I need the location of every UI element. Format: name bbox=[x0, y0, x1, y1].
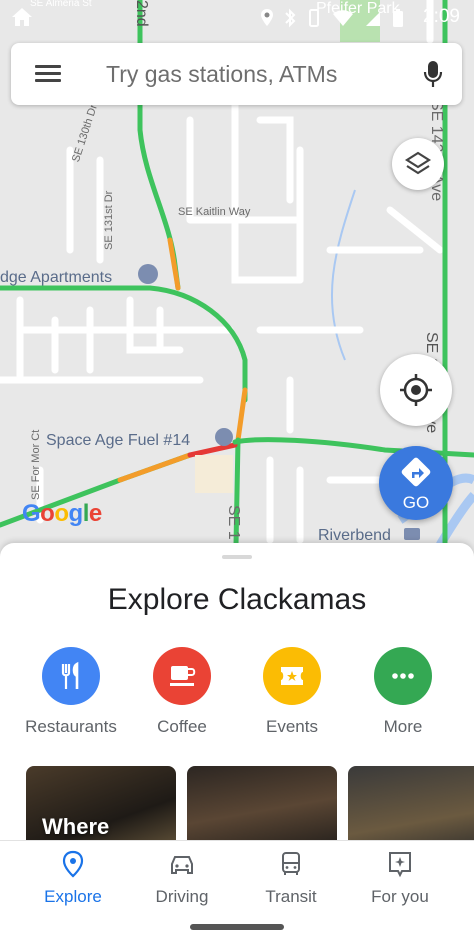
sheet-title: Explore Clackamas bbox=[107, 583, 367, 616]
category-events[interactable]: Events bbox=[237, 647, 347, 737]
restaurants-icon-circle bbox=[42, 647, 100, 705]
category-more[interactable]: More bbox=[348, 647, 458, 737]
ticket-icon bbox=[281, 667, 303, 685]
location-pin-icon bbox=[62, 850, 84, 878]
more-dots-icon bbox=[392, 673, 414, 679]
wifi-icon bbox=[333, 10, 353, 26]
street-label: SE 1 bbox=[225, 505, 242, 540]
category-coffee[interactable]: Coffee bbox=[127, 647, 237, 737]
signal-icon bbox=[366, 12, 380, 26]
home-gesture-pill[interactable] bbox=[190, 924, 284, 930]
bottom-nav: Explore Driving Transit For you bbox=[0, 840, 474, 909]
search-bar[interactable]: Try gas stations, ATMs bbox=[11, 43, 462, 105]
nav-for-you[interactable]: For you bbox=[345, 849, 455, 907]
street-label: SE 131st Dr bbox=[103, 190, 115, 250]
card-title: Where bbox=[42, 814, 110, 839]
nav-explore[interactable]: Explore bbox=[18, 849, 128, 907]
vibrate-icon bbox=[309, 9, 319, 27]
crosshair-icon bbox=[400, 374, 432, 406]
poi-label[interactable]: dge Apartments bbox=[0, 269, 112, 287]
status-bar: 2:09 bbox=[0, 0, 474, 34]
coffee-cup-icon bbox=[170, 666, 196, 686]
category-restaurants[interactable]: Restaurants bbox=[16, 647, 126, 737]
status-icons bbox=[260, 8, 404, 28]
layers-button[interactable] bbox=[392, 138, 444, 190]
directions-icon bbox=[401, 457, 431, 487]
coffee-icon-circle bbox=[153, 647, 211, 705]
sparkle-icon bbox=[389, 852, 411, 878]
street-label: SE Kaitlin Way bbox=[178, 206, 251, 218]
street-label: SE For Mor Ct bbox=[30, 429, 42, 500]
category-label: Coffee bbox=[157, 717, 207, 736]
my-location-button[interactable] bbox=[380, 354, 452, 426]
category-label: Restaurants bbox=[25, 717, 117, 736]
go-button[interactable]: GO bbox=[379, 446, 453, 520]
category-label: More bbox=[383, 717, 423, 736]
microphone-icon[interactable] bbox=[422, 59, 444, 89]
bus-icon bbox=[282, 852, 300, 875]
events-icon-circle bbox=[263, 647, 321, 705]
status-time: 2:09 bbox=[423, 6, 460, 27]
go-label: GO bbox=[402, 493, 430, 512]
search-input[interactable]: Try gas stations, ATMs bbox=[106, 61, 337, 88]
sheet-handle[interactable] bbox=[222, 555, 252, 559]
fork-knife-icon bbox=[61, 661, 79, 689]
gesture-bar bbox=[0, 908, 474, 948]
nav-label: Driving bbox=[155, 887, 209, 906]
bluetooth-icon bbox=[285, 8, 296, 28]
location-icon bbox=[261, 9, 273, 26]
category-label: Events bbox=[266, 717, 318, 736]
battery-icon bbox=[393, 9, 403, 27]
car-icon bbox=[171, 856, 193, 874]
nav-transit[interactable]: Transit bbox=[236, 849, 346, 907]
poi-label[interactable]: Space Age Fuel #14 bbox=[46, 432, 190, 450]
google-logo: Google bbox=[22, 500, 102, 527]
home-icon bbox=[12, 8, 32, 26]
nav-label: Transit bbox=[265, 887, 317, 906]
nav-label: For you bbox=[371, 887, 429, 906]
menu-icon[interactable] bbox=[35, 65, 61, 83]
nav-label: Explore bbox=[44, 887, 102, 906]
layers-icon bbox=[404, 151, 432, 175]
nav-driving[interactable]: Driving bbox=[127, 849, 237, 907]
more-icon-circle bbox=[374, 647, 432, 705]
